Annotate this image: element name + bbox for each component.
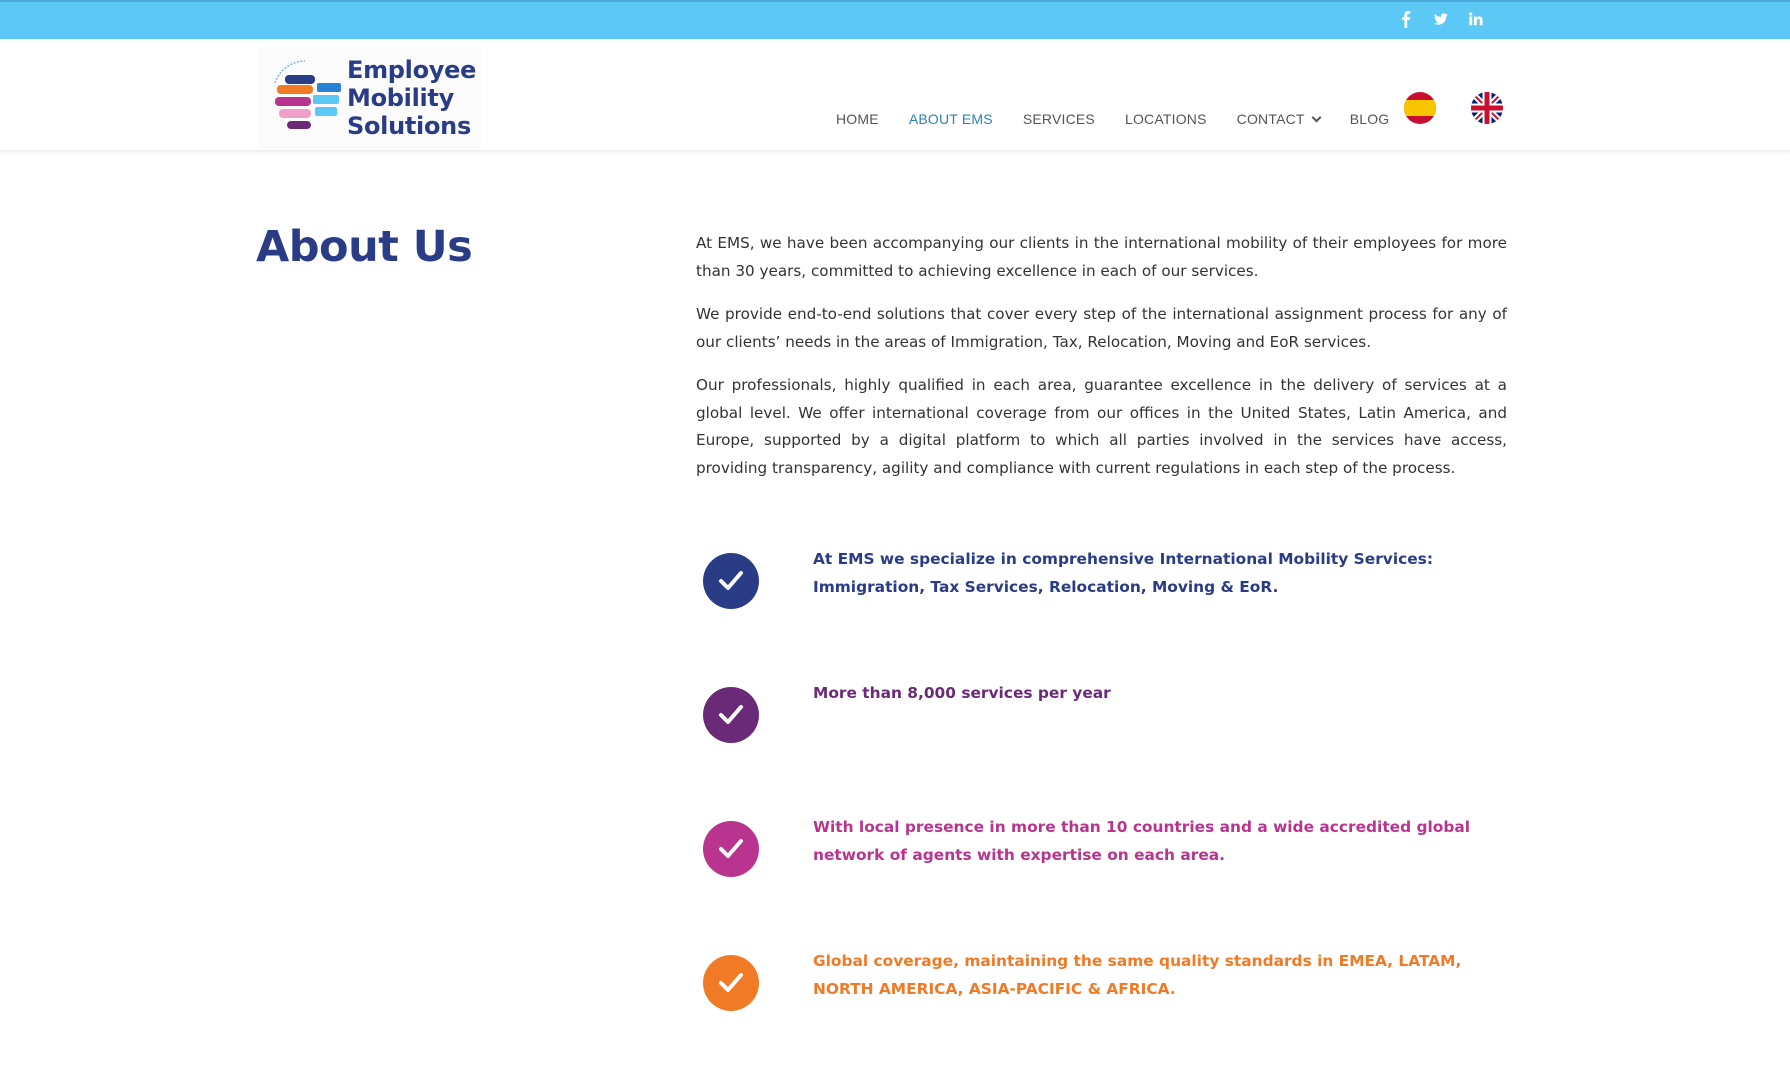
main-nav: HOME ABOUT EMS SERVICES LOCATIONS CONTAC… [836,111,1419,127]
nav-label-home: HOME [836,111,879,127]
check-icon [703,553,759,609]
logo[interactable]: Employee Mobility Solutions [259,47,481,149]
check-icon [703,687,759,743]
feature-text: With local presence in more than 10 coun… [813,818,1471,864]
facebook-icon[interactable] [1398,10,1414,28]
check-icon [703,821,759,877]
nav-label-services: SERVICES [1022,111,1095,127]
uk-flag-icon[interactable] [1471,92,1503,124]
logo-line-3: Solutions [347,112,471,140]
intro-paragraph-2: We provide end-to-end solutions that cov… [696,305,1507,351]
feature-text: At EMS we specialize in comprehensive In… [813,550,1433,596]
top-bar [0,0,1790,39]
check-icon [703,955,759,1011]
nav-label-about-ems: ABOUT EMS [908,111,993,127]
nav-item-about-ems[interactable]: ABOUT EMS [909,111,993,127]
spanish-flag-icon[interactable] [1404,92,1436,124]
chevron-down-icon [1311,112,1322,122]
twitter-icon[interactable] [1433,10,1449,28]
site-header: Employee Mobility Solutions HOME ABOUT E… [0,39,1790,151]
feature-text: Global coverage, maintaining the same qu… [813,952,1462,998]
logo-text: Employee Mobility Solutions [347,56,476,140]
logo-line-2: Mobility [347,84,454,112]
page-title: About Us [256,222,473,272]
nav-item-locations[interactable]: LOCATIONS [1125,111,1207,127]
intro-text: At EMS, we have been accompanying our cl… [696,230,1507,498]
feature-text: More than 8,000 services per year [813,684,1111,702]
intro-paragraph-3: Our professionals, highly qualified in e… [696,376,1507,477]
nav-item-contact[interactable]: CONTACT [1236,111,1322,127]
nav-item-services[interactable]: SERVICES [1023,111,1095,127]
intro-paragraph-1: At EMS, we have been accompanying our cl… [696,234,1507,280]
social-links [1398,10,1484,28]
logo-line-1: Employee [347,56,477,84]
nav-label-blog: BLOG [1349,111,1390,127]
logo-mark-icon [274,60,341,129]
nav-label-contact: CONTACT [1236,111,1305,127]
nav-label-locations: LOCATIONS [1124,111,1207,127]
nav-item-home[interactable]: HOME [836,111,879,127]
linkedin-icon[interactable] [1468,10,1484,28]
nav-item-blog[interactable]: BLOG [1350,111,1390,127]
